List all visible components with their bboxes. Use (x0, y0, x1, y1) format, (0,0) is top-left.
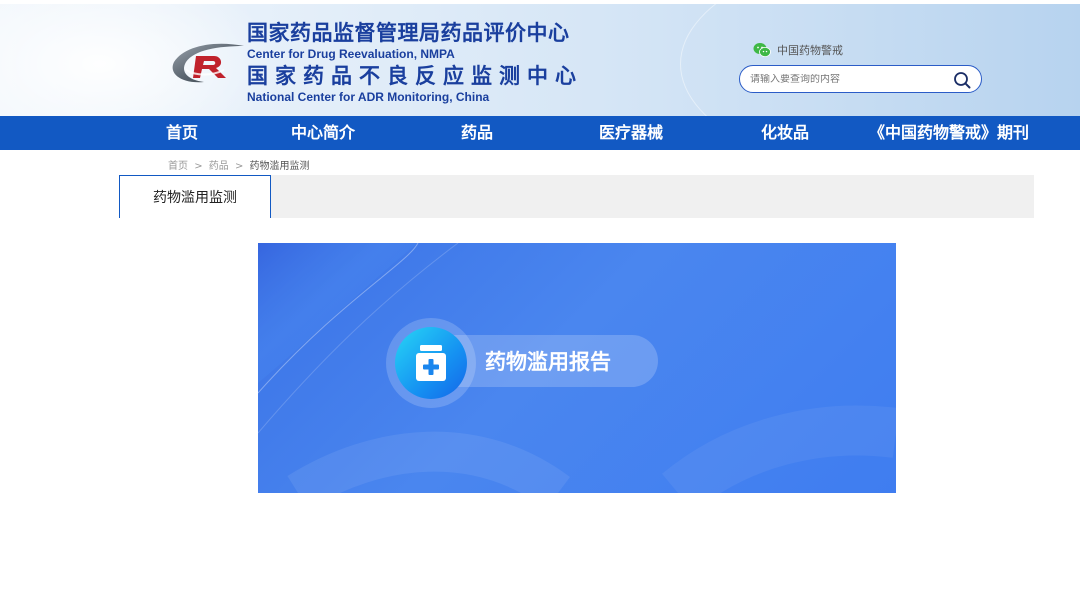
breadcrumb-current: 药物滥用监测 (249, 161, 310, 172)
nav-item-home[interactable]: 首页 (166, 116, 198, 150)
nav-item-about[interactable]: 中心简介 (291, 116, 355, 150)
title-en-secondary: National Center for ADR Monitoring, Chin… (247, 90, 490, 104)
wechat-icon (753, 43, 771, 57)
site-header: 国家药品监督管理局药品评价中心 Center for Drug Reevalua… (0, 4, 1080, 116)
nav-item-drugs[interactable]: 药品 (461, 116, 493, 150)
cdr-logo-icon[interactable] (166, 40, 246, 88)
tab-drug-abuse-monitoring[interactable]: 药物滥用监测 (119, 175, 271, 218)
breadcrumb: 首页 > 药品 > 药物滥用监测 (168, 157, 310, 172)
nav-item-medical-devices[interactable]: 医疗器械 (599, 116, 663, 150)
title-cn-primary: 国家药品监督管理局药品评价中心 (247, 21, 570, 45)
tab-bar: 药物滥用监测 (119, 175, 1034, 218)
header-decoration (680, 4, 1080, 116)
medicine-box-icon (416, 345, 446, 381)
drug-abuse-report-banner[interactable]: 药物滥用报告 (258, 243, 896, 493)
breadcrumb-separator: > (194, 161, 203, 172)
wechat-link[interactable]: 中国药物警戒 (753, 41, 843, 59)
nav-item-cosmetics[interactable]: 化妆品 (761, 116, 809, 150)
search-icon[interactable] (953, 71, 971, 89)
title-cn-secondary: 国家药品不良反应监测中心 (247, 64, 583, 88)
breadcrumb-category[interactable]: 药品 (209, 161, 229, 172)
search-input[interactable] (750, 73, 945, 85)
banner-title: 药物滥用报告 (485, 350, 611, 374)
breadcrumb-separator: > (234, 161, 244, 172)
wechat-label[interactable]: 中国药物警戒 (777, 42, 843, 58)
main-nav: 首页 中心简介 药品 医疗器械 化妆品 《中国药物警戒》期刊 (0, 116, 1080, 150)
breadcrumb-home[interactable]: 首页 (168, 161, 188, 172)
nav-item-journal[interactable]: 《中国药物警戒》期刊 (869, 116, 1029, 150)
site-title-block: 国家药品监督管理局药品评价中心 Center for Drug Reevalua… (247, 18, 583, 103)
title-en-primary: Center for Drug Reevaluation, NMPA (247, 47, 455, 61)
search-box[interactable] (739, 65, 982, 93)
